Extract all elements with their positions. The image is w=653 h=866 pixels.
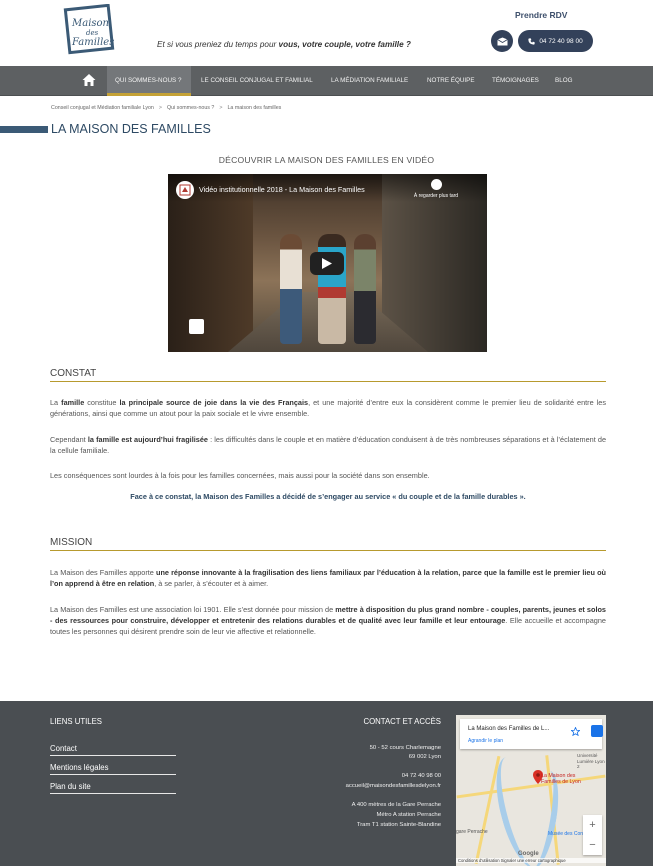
map-enlarge-link[interactable]: Agrandir le plan (468, 738, 503, 744)
play-icon (322, 258, 332, 269)
svg-text:Maison: Maison (71, 18, 109, 29)
nav-item-equipe[interactable]: Notre équipe (427, 66, 475, 96)
nav-item-mediation[interactable]: La médiation familiale (331, 66, 408, 96)
video-heading: Découvrir la Maison des Familles en vidé… (218, 155, 435, 165)
map-place-card: La Maison des Familles de L... Agrandir … (460, 719, 603, 749)
constat-paragraph-3: Les conséquences sont lourdes à la fois … (50, 471, 430, 480)
clock-icon (430, 179, 442, 190)
phone-icon (528, 37, 535, 45)
nav-item-temoignages[interactable]: Témoignages (492, 66, 539, 96)
constat-heading: Constat (50, 368, 606, 382)
page-title: LA MAISON DES FAMILLES (51, 122, 211, 136)
channel-logo-icon (179, 184, 191, 196)
nav-item-blog[interactable]: Blog (555, 66, 573, 96)
zoom-in-button[interactable]: + (583, 815, 602, 835)
rdv-label: Prendre RDV (515, 10, 568, 20)
breadcrumb-current: La maison des familles (227, 105, 282, 111)
map-zoom-control: + − (583, 815, 602, 855)
map-label-gare: gare Perrache (456, 829, 488, 835)
mission-heading: Mission (50, 537, 606, 551)
breadcrumb-link-home[interactable]: Conseil conjugal et Médiation familiale … (51, 105, 154, 111)
title-accent-bar (0, 126, 48, 133)
video-player[interactable]: Vidéo institutionnelle 2018 - La Maison … (168, 174, 487, 352)
footer-link-contact[interactable]: Contact (50, 744, 176, 756)
map-label-universite: Université Lumière Lyon 2 (577, 753, 605, 769)
site-header: Maison des Familles Et si vous preniez d… (0, 0, 653, 66)
phone-number: 04 72 40 98 00 (539, 37, 583, 45)
map-user-icon[interactable] (591, 725, 603, 737)
footer-link-mentions[interactable]: Mentions légales (50, 763, 176, 775)
main-nav: Qui sommes-nous ? Le conseil conjugal et… (0, 66, 653, 96)
breadcrumb-link-qui[interactable]: Qui sommes-nous ? (167, 105, 214, 111)
constat-conclusion: Face à ce constat, la Maison des Famille… (130, 492, 526, 501)
nav-item-qui-sommes-nous[interactable]: Qui sommes-nous ? (107, 66, 191, 96)
maison-des-familles-logo[interactable]: Maison des Familles (58, 4, 120, 58)
footer-phone[interactable]: 04 72 40 98 00 (300, 772, 441, 781)
map-terms[interactable]: Conditions d'utilisation Signaler une er… (456, 858, 606, 863)
address-line-1: 50 - 52 cours Charlemagne (369, 745, 441, 751)
constat-paragraph-1: La famille constitue la principale sourc… (50, 398, 606, 419)
nav-item-conseil-conjugal[interactable]: Le conseil conjugal et familial (201, 66, 313, 96)
useful-links-heading: Liens utiles (50, 717, 102, 726)
map-pin-label: La Maison des Familles de Lyon (541, 773, 581, 785)
breadcrumb-separator: > (158, 105, 162, 111)
envelope-icon (496, 37, 508, 45)
breadcrumb: Conseil conjugal et Médiation familiale … (51, 105, 281, 111)
tagline: Et si vous preniez du temps pour vous, v… (157, 40, 411, 49)
google-logo: Google (518, 851, 539, 857)
phone-button[interactable]: 04 72 40 98 00 (518, 30, 593, 52)
watch-later-button[interactable]: À regarder plus tard (411, 179, 461, 199)
svg-text:des: des (86, 29, 99, 37)
mission-paragraph-1: La Maison des Familles apporte une répon… (50, 568, 606, 589)
google-map[interactable]: La Maison des Familles de L... Agrandir … (456, 715, 606, 866)
contact-heading: Contact et accès (363, 717, 441, 726)
home-icon[interactable] (82, 73, 96, 87)
video-scene (318, 234, 346, 344)
constat-paragraph-2: Cependant la famille est aujourd’hui fra… (50, 435, 607, 456)
email-button[interactable] (491, 30, 513, 52)
zoom-out-button[interactable]: − (583, 835, 602, 855)
access-line-3: Tram T1 station Sainte-Blandine (356, 822, 441, 828)
video-scene (280, 234, 302, 344)
footer-email[interactable]: accueil@maisondesfamillesdelyon.fr (300, 782, 441, 791)
site-footer: Liens utiles Contact Mentions légales Pl… (0, 701, 653, 866)
access-line-1: A 400 mètres de la Gare Perrache (351, 802, 441, 808)
access-line-2: Métro A station Perrache (376, 812, 441, 818)
play-button[interactable] (310, 252, 344, 275)
star-icon[interactable] (571, 727, 580, 736)
address-line-2: 69 002 Lyon (408, 754, 441, 760)
breadcrumb-separator: > (219, 105, 223, 111)
mission-paragraph-2: La Maison des Familles est une associati… (50, 605, 606, 637)
channel-avatar[interactable] (176, 181, 194, 199)
map-place-title: La Maison des Familles de L... (468, 726, 550, 732)
svg-text:Familles: Familles (71, 37, 114, 48)
video-watermark-icon (189, 319, 204, 334)
footer-link-sitemap[interactable]: Plan du site (50, 782, 176, 794)
video-scene (354, 234, 376, 344)
video-title[interactable]: Vidéo institutionnelle 2018 - La Maison … (199, 185, 365, 194)
watch-later-label: À regarder plus tard (413, 193, 459, 199)
